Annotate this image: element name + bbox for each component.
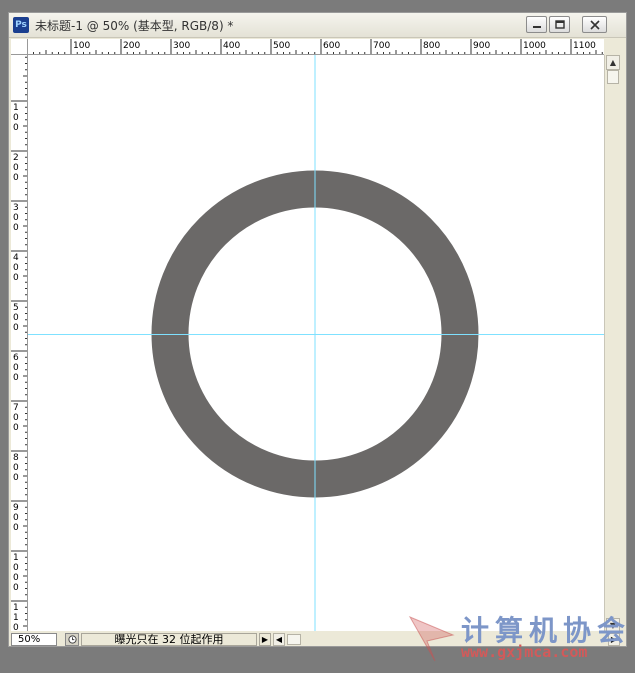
ruler-label: 1000 — [523, 41, 546, 51]
document-window: Ps 未标题-1 @ 50% (基本型, RGB/8) * 100 200 300 4… — [8, 12, 627, 647]
ruler-label: 6 — [13, 353, 19, 363]
ruler-label: 800 — [423, 41, 440, 51]
clock-icon — [67, 635, 77, 644]
ruler-label: 700 — [373, 41, 390, 51]
ruler-label: 0 — [13, 583, 19, 593]
ruler-label: 600 — [323, 41, 340, 51]
scroll-left-button[interactable]: ◀ — [273, 633, 285, 646]
minimize-icon — [532, 25, 541, 28]
site-watermark: 计算机协会 www.gxjmca.com — [405, 605, 630, 665]
horizontal-scroll-thumb[interactable] — [287, 634, 301, 645]
ruler-label: 1 — [13, 553, 19, 563]
document-title: 未标题-1 @ 50% (基本型, RGB/8) * — [35, 19, 234, 33]
close-button[interactable] — [582, 16, 607, 33]
ruler-label: 0 — [13, 523, 19, 533]
watermark-url: www.gxjmca.com — [461, 643, 588, 661]
ruler-label: 0 — [13, 313, 19, 323]
ruler-label: 0 — [13, 213, 19, 223]
restore-icon — [554, 20, 565, 29]
title-bar[interactable]: Ps 未标题-1 @ 50% (基本型, RGB/8) * — [9, 13, 626, 38]
ruler-label: 1 — [13, 613, 19, 623]
close-icon — [589, 19, 600, 30]
ruler-label: 5 — [13, 303, 19, 313]
ruler-label: 3 — [13, 203, 19, 213]
horizontal-ruler[interactable]: 100 200 300 400 500 600 700 800 900 1000 1100 — [28, 39, 604, 55]
ruler-label: 100 — [73, 41, 90, 51]
triangle-left-icon: ◀ — [275, 635, 283, 644]
triangle-up-icon: ▲ — [609, 58, 617, 67]
document-canvas[interactable] — [28, 55, 604, 631]
scroll-up-button[interactable]: ▲ — [606, 55, 620, 70]
ruler-label: 0 — [13, 413, 19, 423]
status-info-text: 曝光只在 32 位起作用 — [81, 633, 257, 646]
vertical-scroll-thumb[interactable] — [607, 70, 619, 84]
canvas-artwork — [28, 55, 604, 631]
vertical-ruler[interactable]: 10020030040050060070080090010001100 — [11, 55, 28, 631]
ruler-label: 0 — [13, 173, 19, 183]
ruler-label: 1 — [13, 103, 19, 113]
restore-button[interactable] — [549, 16, 570, 33]
ruler-label: 0 — [13, 123, 19, 133]
photoshop-app-icon: Ps — [13, 17, 29, 33]
ruler-label: 0 — [13, 273, 19, 283]
ruler-label: 1 — [13, 603, 19, 613]
ruler-label: 0 — [13, 463, 19, 473]
ruler-origin[interactable] — [11, 39, 28, 55]
ruler-label: 900 — [473, 41, 490, 51]
ruler-label: 7 — [13, 403, 19, 413]
vertical-scrollbar[interactable]: ▲ ▼ — [604, 55, 620, 633]
ruler-label: 0 — [13, 563, 19, 573]
ruler-label: 0 — [13, 223, 19, 233]
ruler-label: 0 — [13, 323, 19, 333]
ruler-label: 0 — [13, 263, 19, 273]
zoom-level-field[interactable]: 50% — [11, 633, 57, 646]
vertical-ruler-ticks: 10020030040050060070080090010001100 — [11, 56, 27, 631]
ruler-label: 0 — [13, 373, 19, 383]
triangle-right-icon: ▶ — [261, 635, 269, 644]
ruler-label: 0 — [13, 513, 19, 523]
minimize-button[interactable] — [526, 16, 547, 33]
ruler-label: 1100 — [573, 41, 596, 51]
ruler-label: 0 — [13, 473, 19, 483]
ruler-label: 2 — [13, 153, 19, 163]
ruler-label: 9 — [13, 503, 19, 513]
ruler-label: 400 — [223, 41, 240, 51]
ruler-label: 4 — [13, 253, 19, 263]
watermark-logo — [408, 615, 455, 662]
ruler-label: 0 — [13, 163, 19, 173]
ruler-label: 0 — [13, 623, 19, 631]
ruler-label: 0 — [13, 113, 19, 123]
ruler-label: 500 — [273, 41, 290, 51]
status-info-button[interactable] — [65, 633, 79, 646]
ruler-label: 0 — [13, 573, 19, 583]
status-menu-button[interactable]: ▶ — [259, 633, 271, 646]
ruler-label: 200 — [123, 41, 140, 51]
ruler-label: 300 — [173, 41, 190, 51]
ruler-label: 0 — [13, 423, 19, 433]
ruler-label: 0 — [13, 363, 19, 373]
horizontal-ruler-ticks: 100 200 300 400 500 600 700 800 900 1000 1100 — [33, 39, 603, 54]
ruler-label: 8 — [13, 453, 19, 463]
